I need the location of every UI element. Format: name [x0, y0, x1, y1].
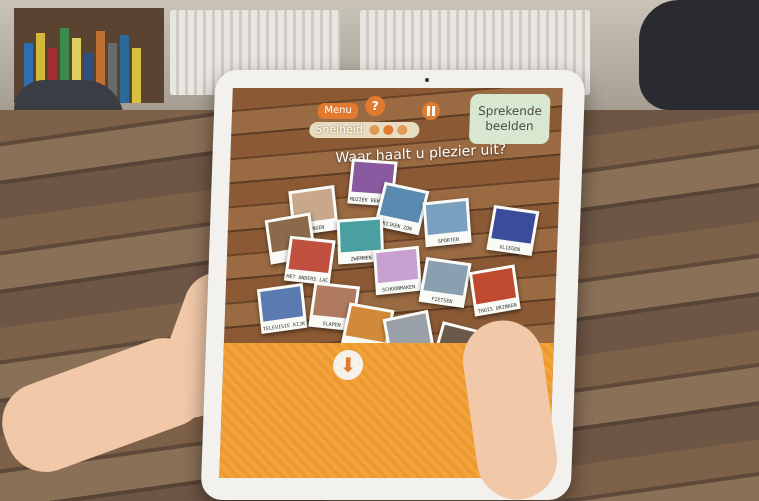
person-shoulder — [639, 0, 759, 110]
photo-card[interactable]: SCHOONMAKEN — [372, 245, 422, 296]
photo-caption: VLIEGEN — [498, 244, 521, 254]
pause-button[interactable] — [421, 102, 441, 120]
speed-level-3[interactable] — [397, 125, 408, 135]
photo-image — [288, 239, 333, 274]
sprekende-beelden-button[interactable]: Sprekende beelden — [468, 94, 551, 144]
photo-caption: FIETSEN — [430, 296, 453, 306]
photo-card[interactable]: THUIS DRINKEN — [468, 264, 521, 317]
photo-card[interactable]: SPORTEN — [422, 197, 472, 248]
photo-image — [423, 260, 469, 296]
photo-caption: SCHOONMAKEN — [381, 284, 416, 294]
speed-label: Snelheid — [315, 123, 364, 136]
photo-caption: TELEVISIE KIJKEN — [262, 320, 306, 333]
sprekende-line1: Sprekende — [477, 104, 543, 118]
camera-dot — [425, 78, 429, 82]
photo-caption: SPORTEN — [437, 236, 460, 245]
photo-card[interactable]: MET ANDERS LACHEN — [283, 235, 336, 286]
photo-image — [376, 249, 419, 284]
photo-image — [425, 201, 468, 236]
speed-control[interactable]: Snelheid — [309, 122, 420, 138]
photo-card[interactable]: TELEVISIE KIJKEN — [256, 283, 308, 334]
help-button[interactable]: ? — [364, 96, 386, 116]
photo-card[interactable]: FIETSEN — [418, 257, 472, 308]
speed-level-1[interactable] — [369, 125, 380, 135]
photo-scene: Menu ? Snelheid Sprekende beelden Waar h… — [0, 0, 759, 501]
speed-level-2[interactable] — [383, 125, 394, 135]
sprekende-line2: beelden — [485, 119, 534, 133]
photo-image — [260, 286, 304, 322]
menu-button[interactable]: Menu — [317, 103, 359, 119]
photo-image — [472, 267, 517, 305]
photo-image — [379, 185, 426, 223]
photo-image — [491, 208, 536, 244]
photo-image — [339, 219, 381, 253]
photo-card[interactable]: VLIEGEN — [486, 205, 540, 256]
photo-caption: THUIS DRINKEN — [477, 302, 518, 316]
